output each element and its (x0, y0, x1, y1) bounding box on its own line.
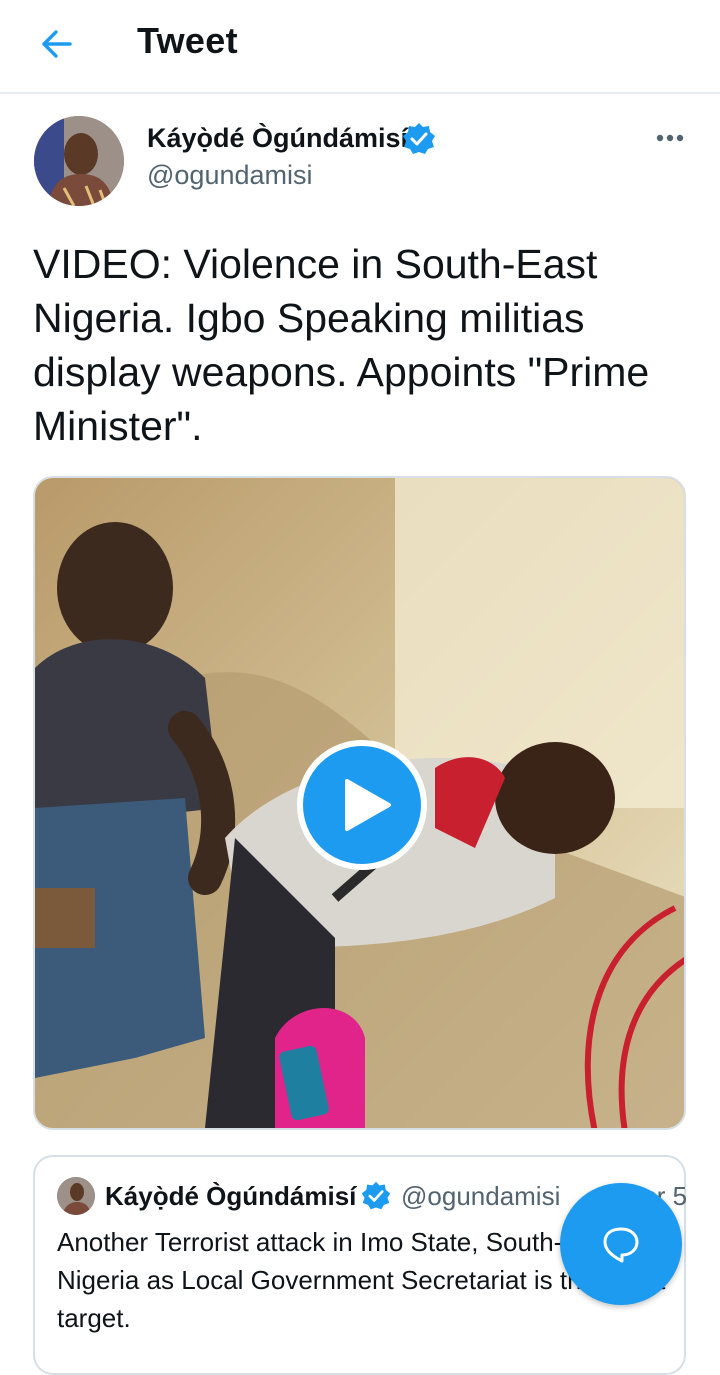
author-avatar[interactable] (34, 116, 124, 206)
top-bar: Tweet (0, 0, 720, 94)
arrow-left-icon (42, 30, 72, 58)
page-title: Tweet (137, 20, 238, 61)
back-button[interactable] (36, 26, 80, 62)
compose-reply-icon (603, 1227, 639, 1263)
verified-badge-icon (403, 123, 435, 154)
tweet-text: VIDEO: Violence in South-East Nigeria. I… (33, 241, 650, 449)
more-horizontal-icon (656, 134, 684, 142)
tweet-video[interactable] (33, 476, 686, 1130)
author-name[interactable]: Káyọ̀dé Ògúndámisí (147, 123, 408, 154)
verified-badge-icon (361, 1181, 391, 1210)
quoted-author-handle: @ogundamisi (401, 1181, 561, 1211)
quoted-author-name: Káyọ̀dé Ògúndámisí (105, 1181, 357, 1211)
more-options-button[interactable] (652, 126, 692, 150)
author-handle[interactable]: @ogundamisi (147, 160, 313, 191)
reply-fab-button[interactable] (560, 1183, 682, 1305)
play-button[interactable] (297, 740, 427, 870)
quoted-author-avatar (57, 1177, 95, 1215)
play-icon (345, 779, 391, 831)
